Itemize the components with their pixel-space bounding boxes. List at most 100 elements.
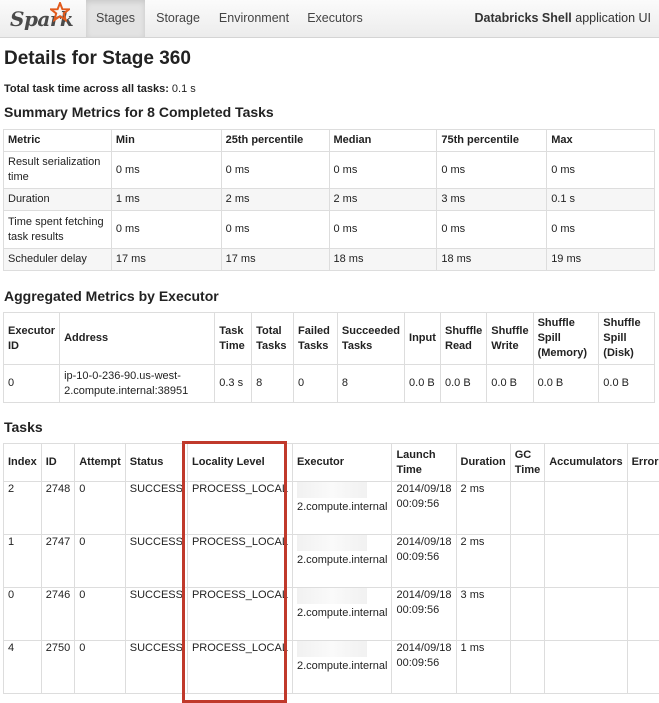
tab-stages[interactable]: Stages — [86, 0, 145, 37]
col-header-address[interactable]: Address — [60, 313, 215, 365]
cell-text: 0 ms — [226, 223, 250, 235]
cell-text: Time spent fetching task results — [8, 216, 104, 243]
col-header-errors[interactable]: Errors — [627, 444, 659, 482]
col-header-metric[interactable]: Metric — [4, 130, 112, 152]
cell-gc-time — [510, 641, 544, 694]
cell-attempt: 0 — [75, 535, 126, 588]
app-suffix: application UI — [572, 11, 651, 25]
cell-text: 0 ms — [551, 164, 575, 176]
cell-shuffle-read: 0.0 B — [441, 365, 487, 403]
cell-text: Duration — [8, 193, 50, 205]
cell-text: 18 ms — [334, 253, 364, 265]
app-name: Databricks Shell — [475, 11, 572, 25]
col-header-locality-level[interactable]: Locality Level — [187, 444, 292, 482]
cell-id: 2748 — [41, 482, 74, 535]
cell-text: SUCCESS — [130, 589, 183, 601]
cell-75th-percentile: 18 ms — [437, 249, 547, 271]
page-title: Details for Stage 360 — [4, 48, 191, 70]
cell-25th-percentile: 17 ms — [221, 249, 329, 271]
cell-min: 1 ms — [111, 189, 221, 211]
cell-text: 0.0 B — [409, 377, 435, 389]
col-header-status[interactable]: Status — [125, 444, 187, 482]
col-header-shuffle-spill-memory[interactable]: Shuffle Spill (Memory) — [533, 313, 599, 365]
cell-text: 8 — [256, 377, 262, 389]
cell-text: 0 ms — [441, 223, 465, 235]
cell-text: 0 — [298, 377, 304, 389]
cell-text: 0.0 B — [491, 377, 517, 389]
col-header-executor[interactable]: Executor — [292, 444, 392, 482]
col-header-accumulators[interactable]: Accumulators — [545, 444, 627, 482]
col-header-launch-time[interactable]: Launch Time — [392, 444, 456, 482]
cell-gc-time — [510, 482, 544, 535]
cell-duration: 1 ms — [456, 641, 510, 694]
col-header-duration[interactable]: Duration — [456, 444, 510, 482]
cell-address: ip-10-0-236-90.us-west-2.compute.interna… — [60, 365, 215, 403]
tab-storage[interactable]: Storage — [145, 0, 211, 37]
col-header-shuffle-read[interactable]: Shuffle Read — [441, 313, 487, 365]
cell-index: 1 — [4, 535, 42, 588]
cell-text: PROCESS_LOCAL — [192, 642, 288, 654]
col-header-75th-percentile[interactable]: 75th percentile — [437, 130, 547, 152]
cell-executor: 2.compute.internal — [292, 641, 392, 694]
cell-id: 2747 — [41, 535, 74, 588]
spark-logo[interactable]: Spark — [6, 2, 76, 34]
cell-text: SUCCESS — [130, 483, 183, 495]
table-row: 0 ip-10-0-236-90.us-west-2.compute.intern… — [4, 365, 655, 403]
col-header-max[interactable]: Max — [547, 130, 655, 152]
table-row: Duration1 ms2 ms2 ms3 ms0.1 s — [4, 189, 655, 211]
tab-environment[interactable]: Environment — [211, 0, 297, 37]
cell-median: 2 ms — [329, 189, 437, 211]
total-task-time: Total task time across all tasks: 0.1 s — [4, 83, 196, 95]
cell-text: 1 ms — [461, 642, 485, 654]
cell-text: ip-10-0-236-90.us-west-2.compute.interna… — [64, 370, 188, 397]
cell-errors — [627, 535, 659, 588]
star-icon — [50, 2, 70, 22]
cell-duration: 2 ms — [456, 535, 510, 588]
cell-text: 3 ms — [441, 193, 465, 205]
app-title: Databricks Shell application UI — [475, 0, 651, 37]
cell-text: 0 — [8, 589, 14, 601]
col-header-gc-time[interactable]: GC Time — [510, 444, 544, 482]
cell-accumulators — [545, 535, 627, 588]
cell-metric: Scheduler delay — [4, 249, 112, 271]
col-header-min[interactable]: Min — [111, 130, 221, 152]
cell-text: 2.compute.internal — [297, 554, 388, 566]
cell-text: 2746 — [46, 589, 70, 601]
col-header-25th-percentile[interactable]: 25th percentile — [221, 130, 329, 152]
cell-errors — [627, 482, 659, 535]
cell-metric: Result serialization time — [4, 152, 112, 189]
tasks-table: IndexIDAttemptStatusLocality LevelExecut… — [3, 443, 659, 694]
cell-75th-percentile: 0 ms — [437, 211, 547, 249]
cell-index: 0 — [4, 588, 42, 641]
cell-text: PROCESS_LOCAL — [192, 483, 288, 495]
col-header-index[interactable]: Index — [4, 444, 42, 482]
cell-text: 2 — [8, 483, 14, 495]
col-header-shuffle-spill-disk[interactable]: Shuffle Spill (Disk) — [599, 313, 655, 365]
cell-gc-time — [510, 535, 544, 588]
col-header-failed-tasks[interactable]: Failed Tasks — [294, 313, 338, 365]
cell-failed-tasks: 0 — [294, 365, 338, 403]
col-header-total-tasks[interactable]: Total Tasks — [252, 313, 294, 365]
table-row: Time spent fetching task results 0 ms 0 ms… — [4, 211, 655, 249]
tab-executors[interactable]: Executors — [297, 0, 373, 37]
col-header-attempt[interactable]: Attempt — [75, 444, 126, 482]
cell-gc-time — [510, 588, 544, 641]
cell-text: 2750 — [46, 642, 70, 654]
table-row: Scheduler delay17 ms17 ms18 ms18 ms19 ms — [4, 249, 655, 271]
col-header-id[interactable]: ID — [41, 444, 74, 482]
col-header-succeeded-tasks[interactable]: Succeeded Tasks — [337, 313, 404, 365]
redacted-address — [297, 641, 367, 657]
cell-text: 0.0 B — [538, 377, 564, 389]
col-header-shuffle-write[interactable]: Shuffle Write — [487, 313, 533, 365]
col-header-executor-id[interactable]: Executor ID — [4, 313, 60, 365]
col-header-median[interactable]: Median — [329, 130, 437, 152]
cell-text: Result serialization time — [8, 156, 100, 183]
col-header-task-time[interactable]: Task Time — [215, 313, 252, 365]
col-header-input[interactable]: Input — [405, 313, 441, 365]
cell-shuffle-spill-memory: 0.0 B — [533, 365, 599, 403]
cell-median: 18 ms — [329, 249, 437, 271]
cell-text: 0.1 s — [551, 193, 575, 205]
cell-text: 0 — [8, 377, 14, 389]
cell-text: 3 ms — [461, 589, 485, 601]
cell-text: PROCESS_LOCAL — [192, 589, 288, 601]
